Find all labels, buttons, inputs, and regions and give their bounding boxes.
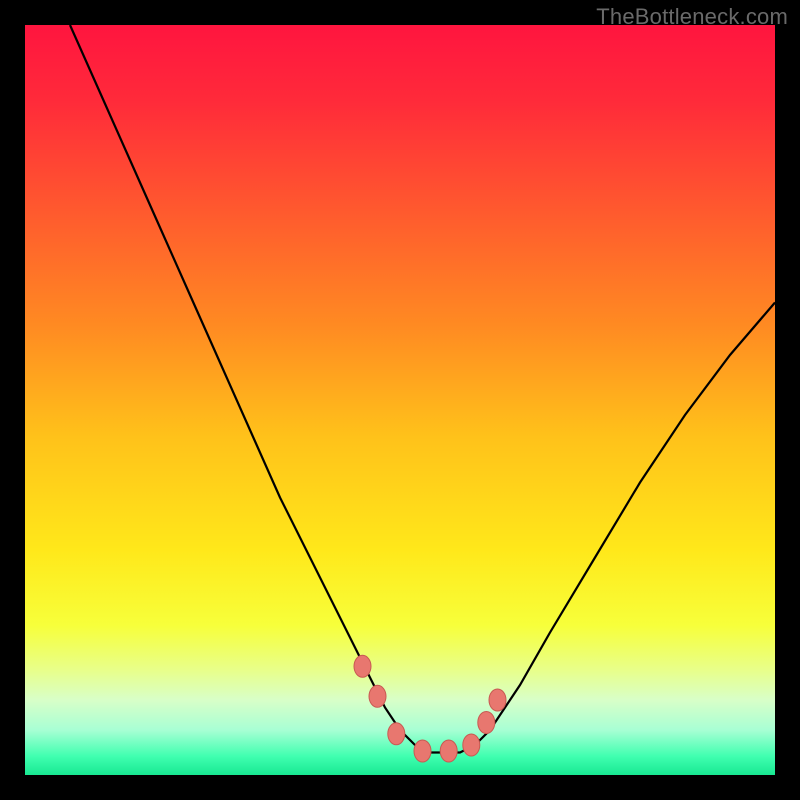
- curve-layer: [25, 25, 775, 775]
- marker-point: [369, 685, 386, 707]
- chart-frame: TheBottleneck.com: [0, 0, 800, 800]
- marker-point: [489, 689, 506, 711]
- marker-point: [463, 734, 480, 756]
- marker-point: [414, 740, 431, 762]
- marker-point: [354, 655, 371, 677]
- bottleneck-curve: [70, 25, 775, 753]
- marker-point: [440, 740, 457, 762]
- plot-area: [25, 25, 775, 775]
- marker-point: [478, 712, 495, 734]
- marker-point: [388, 723, 405, 745]
- watermark-text: TheBottleneck.com: [596, 4, 788, 30]
- highlight-markers: [354, 655, 506, 762]
